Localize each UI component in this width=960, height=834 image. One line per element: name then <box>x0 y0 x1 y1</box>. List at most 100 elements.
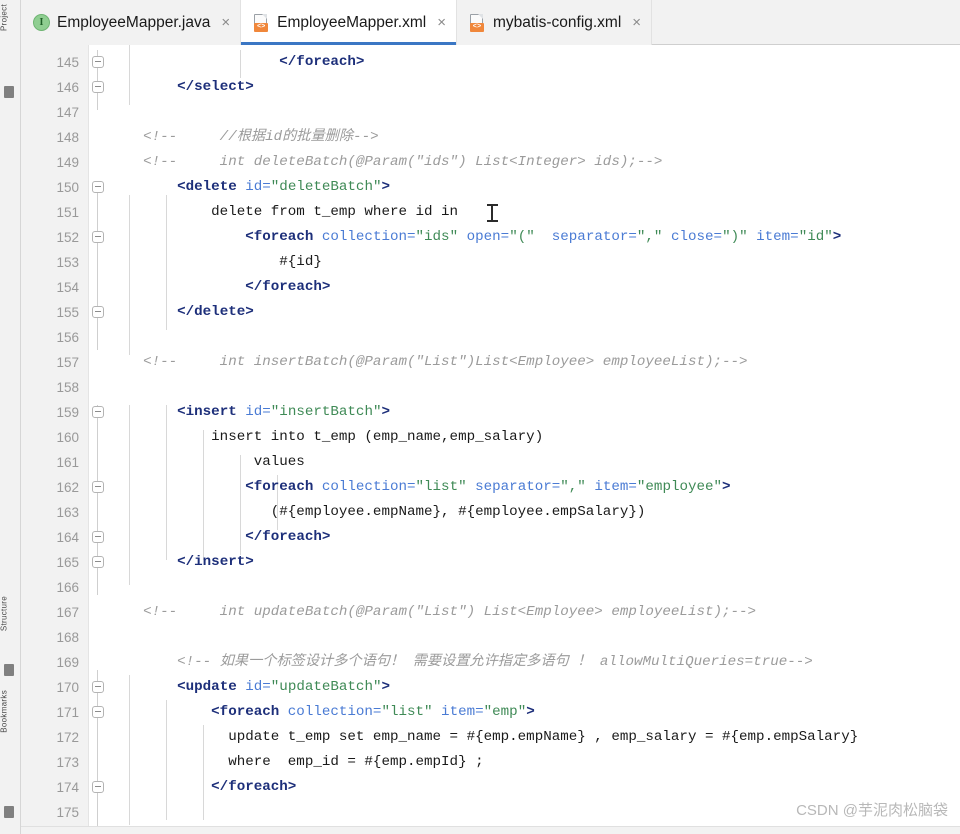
code-token-val: "id" <box>798 229 833 245</box>
fold-row <box>89 525 109 550</box>
code-line[interactable]: <delete id="deleteBatch"> <box>109 175 960 200</box>
code-line[interactable]: <!-- int insertBatch(@Param("List")List<… <box>109 350 960 375</box>
code-fold-collapse-icon[interactable] <box>92 531 104 543</box>
line-number[interactable]: 171 <box>21 700 88 725</box>
code-line[interactable]: (#{employee.empName}, #{employee.empSala… <box>109 500 960 525</box>
editor-tab-0[interactable]: I EmployeeMapper.java × <box>21 0 242 45</box>
code-fold-collapse-icon[interactable] <box>92 406 104 418</box>
line-number[interactable]: 173 <box>21 750 88 775</box>
code-fold-collapse-icon[interactable] <box>92 306 104 318</box>
tool-strip-chip[interactable] <box>4 664 14 676</box>
code-line[interactable]: delete from t_emp where id in <box>109 200 960 225</box>
code-line[interactable]: </select> <box>109 75 960 100</box>
line-number[interactable]: 155 <box>21 300 88 325</box>
editor-tab-close-icon[interactable]: × <box>217 15 230 30</box>
line-number[interactable]: 174 <box>21 775 88 800</box>
line-number[interactable]: 161 <box>21 450 88 475</box>
editor-tab-label: EmployeeMapper.xml <box>277 13 427 31</box>
code-line[interactable]: insert into t_emp (emp_name,emp_salary) <box>109 425 960 450</box>
code-line[interactable]: <!-- int deleteBatch(@Param("ids") List<… <box>109 150 960 175</box>
code-fold-collapse-icon[interactable] <box>92 706 104 718</box>
code-editor[interactable]: 145 146 147 148 149 150 151 152 153 154 155 156 157 1… <box>21 45 960 834</box>
code-token-attr: separator= <box>534 229 637 245</box>
code-line[interactable]: where emp_id = #{emp.empId} ; <box>109 750 960 775</box>
line-number[interactable]: 175 <box>21 800 88 825</box>
code-line[interactable]: </insert> <box>109 550 960 575</box>
code-fold-collapse-icon[interactable] <box>92 681 104 693</box>
code-line[interactable]: </foreach> <box>109 525 960 550</box>
code-fold-collapse-icon[interactable] <box>92 481 104 493</box>
line-number[interactable]: 168 <box>21 625 88 650</box>
line-number[interactable]: 153 <box>21 250 88 275</box>
line-number[interactable]: 147 <box>21 100 88 125</box>
code-token-attr: collection= <box>287 704 382 720</box>
tool-window-button-bookmarks[interactable]: Bookmarks <box>0 690 9 733</box>
tool-strip-chip[interactable] <box>4 86 14 98</box>
code-line[interactable] <box>109 625 960 650</box>
editor-tab-close-icon[interactable]: × <box>433 15 446 30</box>
line-number[interactable]: 172 <box>21 725 88 750</box>
line-number[interactable]: 170 <box>21 675 88 700</box>
code-line[interactable]: <update id="updateBatch"> <box>109 675 960 700</box>
code-content-area[interactable]: </foreach> </select> <!-- //根据id的批量删除-->… <box>109 45 960 834</box>
tool-strip-chip[interactable] <box>4 806 14 818</box>
line-number[interactable]: 160 <box>21 425 88 450</box>
line-number[interactable]: 148 <box>21 125 88 150</box>
code-line[interactable]: </delete> <box>109 300 960 325</box>
code-fold-strip[interactable] <box>89 45 109 834</box>
code-line[interactable]: values <box>109 450 960 475</box>
code-fold-collapse-icon[interactable] <box>92 56 104 68</box>
code-line[interactable] <box>109 100 960 125</box>
code-fold-collapse-icon[interactable] <box>92 181 104 193</box>
code-line[interactable]: </foreach> <box>109 275 960 300</box>
editor-tab-1[interactable]: <> EmployeeMapper.xml × <box>241 0 457 45</box>
line-number[interactable]: 159 <box>21 400 88 425</box>
code-line[interactable]: <!-- 如果一个标签设计多个语句！ 需要设置允许指定多语句 ！ allowMu… <box>109 650 960 675</box>
code-line[interactable]: </foreach> <box>109 775 960 800</box>
code-fold-collapse-icon[interactable] <box>92 556 104 568</box>
line-number[interactable]: 149 <box>21 150 88 175</box>
code-line[interactable]: <foreach collection="ids" open="(" separ… <box>109 225 960 250</box>
editor-tab-2[interactable]: <> mybatis-config.xml × <box>456 0 653 45</box>
code-line[interactable] <box>109 575 960 600</box>
line-number[interactable]: 169 <box>21 650 88 675</box>
tool-window-button-project[interactable]: Project <box>0 4 9 31</box>
code-fold-collapse-icon[interactable] <box>92 231 104 243</box>
code-line[interactable]: #{id} <box>109 250 960 275</box>
line-number[interactable]: 164 <box>21 525 88 550</box>
tool-window-button-structure[interactable]: Structure <box>0 596 9 631</box>
code-line[interactable]: <!-- int updateBatch(@Param("List") List… <box>109 600 960 625</box>
code-fold-collapse-icon[interactable] <box>92 781 104 793</box>
code-line[interactable]: update t_emp set emp_name = #{emp.empNam… <box>109 725 960 750</box>
line-number[interactable]: 156 <box>21 325 88 350</box>
line-number[interactable]: 162 <box>21 475 88 500</box>
line-number[interactable]: 150 <box>21 175 88 200</box>
line-number[interactable]: 165 <box>21 550 88 575</box>
line-number[interactable]: 146 <box>21 75 88 100</box>
code-token-attr: collection= <box>321 479 416 495</box>
code-line[interactable]: <foreach collection="list" separator=","… <box>109 475 960 500</box>
code-token-tag: <foreach <box>245 479 322 495</box>
line-number[interactable]: 163 <box>21 500 88 525</box>
code-token-attr: item= <box>432 704 484 720</box>
code-fold-collapse-icon[interactable] <box>92 81 104 93</box>
line-number[interactable]: 157 <box>21 350 88 375</box>
code-line[interactable] <box>109 375 960 400</box>
code-line[interactable]: </foreach> <box>109 50 960 75</box>
editor-tab-close-icon[interactable]: × <box>628 15 641 30</box>
line-number[interactable]: 145 <box>21 50 88 75</box>
code-line[interactable]: <!-- //根据id的批量删除--> <box>109 125 960 150</box>
fold-row <box>89 650 109 675</box>
line-number[interactable]: 154 <box>21 275 88 300</box>
line-number[interactable]: 152 <box>21 225 88 250</box>
code-line[interactable]: <insert id="insertBatch"> <box>109 400 960 425</box>
code-line[interactable] <box>109 325 960 350</box>
line-number[interactable]: 166 <box>21 575 88 600</box>
line-number[interactable]: 158 <box>21 375 88 400</box>
line-number[interactable]: 151 <box>21 200 88 225</box>
code-line[interactable]: <foreach collection="list" item="emp"> <box>109 700 960 725</box>
line-number[interactable]: 167 <box>21 600 88 625</box>
